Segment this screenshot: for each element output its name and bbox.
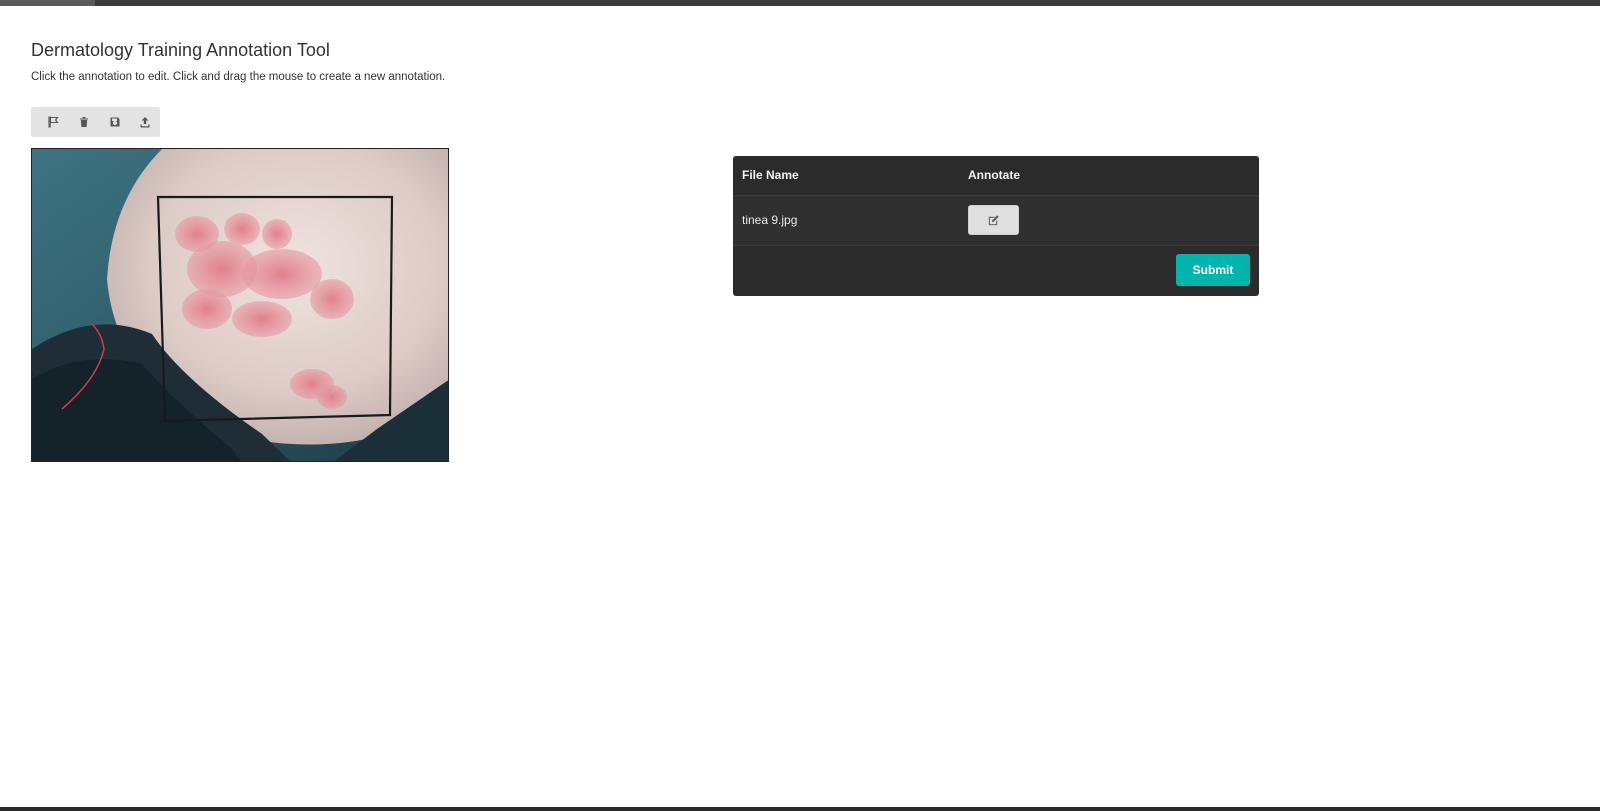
submit-button[interactable]: Submit [1176,254,1250,286]
file-table-panel: File Name Annotate tinea 9.jpg Submit [733,156,1259,296]
file-name-cell: tinea 9.jpg [733,195,959,246]
annotate-button[interactable] [968,205,1019,235]
flag-select-icon [48,116,59,128]
select-annotation-button[interactable] [39,107,69,137]
column-header-file-name: File Name [733,156,959,196]
column-header-annotate: Annotate [959,156,1259,196]
save-annotation-button[interactable] [100,107,130,137]
upload-annotation-button[interactable] [130,107,160,137]
page-subtitle: Click the annotation to edit. Click and … [31,71,446,83]
skin-lesion-photo [32,149,448,461]
browser-tab-strip [0,0,95,6]
trash-icon [80,117,89,127]
save-icon [110,117,120,127]
browser-bottom-bar [0,807,1600,811]
edit-icon [988,214,999,225]
table-row: tinea 9.jpg [733,195,1259,246]
table-header-row: File Name Annotate [733,156,1259,196]
file-table: File Name Annotate tinea 9.jpg [733,156,1259,246]
upload-icon [140,117,150,128]
page-title: Dermatology Training Annotation Tool [31,40,330,60]
annotation-toolbar [31,107,160,137]
annotate-cell [959,195,1259,246]
annotation-image[interactable] [31,148,449,462]
browser-top-bar [0,0,1600,6]
delete-annotation-button[interactable] [69,107,99,137]
